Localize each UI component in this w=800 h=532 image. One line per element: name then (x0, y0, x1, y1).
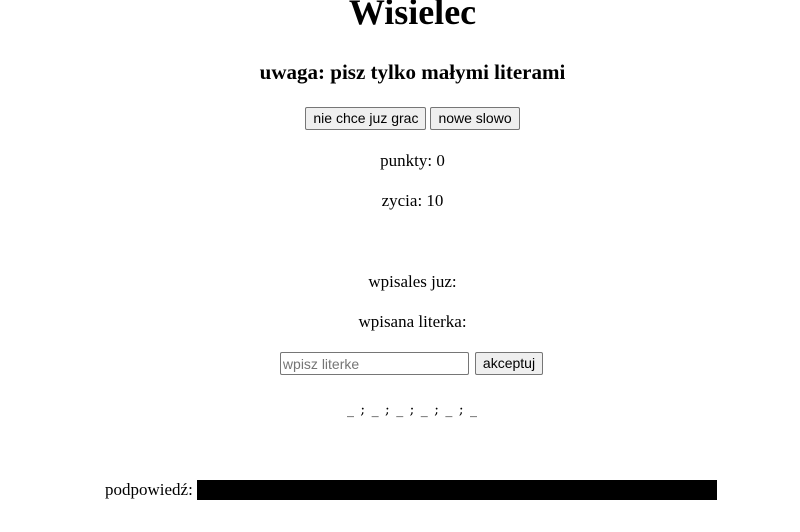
new-word-button[interactable]: nowe slowo (430, 107, 520, 130)
hint-hidden-box[interactable] (196, 480, 717, 501)
entered-letter-label: wpisana literka: (358, 312, 467, 331)
accept-button[interactable]: akceptuj (474, 352, 544, 375)
lowercase-warning: uwaga: pisz tylko małymi literami (259, 60, 566, 84)
hint-label: podpowiedź: (105, 480, 193, 500)
points-display: punkty: 0 (380, 151, 445, 170)
masked-word: _ ; _ ; _ ; _ ; _ ; _ (346, 402, 479, 418)
guess-form: akceptuj (0, 352, 800, 375)
action-buttons: nie chce juz grac nowe slowo (0, 107, 800, 130)
hangman-page: Wisielec uwaga: pisz tylko małymi litera… (0, 0, 800, 532)
page-title: Wisielec (348, 0, 477, 32)
letter-input[interactable] (279, 352, 469, 375)
quit-game-button[interactable]: nie chce juz grac (305, 107, 427, 130)
lives-display: zycia: 10 (381, 191, 444, 210)
typed-letters-label: wpisales juz: (368, 272, 457, 291)
hint-row: podpowiedź: (105, 479, 717, 501)
